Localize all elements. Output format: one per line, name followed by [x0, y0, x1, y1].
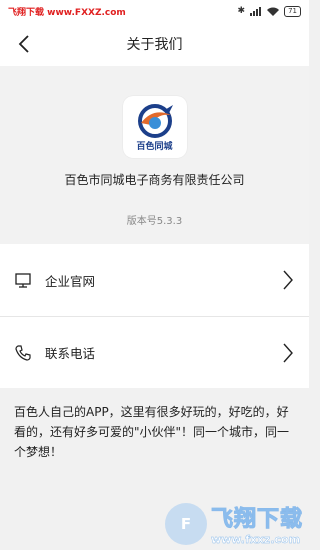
menu-item-label: 企业官网	[45, 273, 96, 289]
monitor-icon	[14, 271, 32, 289]
brand-watermark-main: 飞翔下载	[210, 507, 303, 533]
app-logo: 百色同城	[122, 96, 187, 158]
app-description: 百色人自己的APP，这里有很多好玩的，好吃的，好看的，还有好多可爱的"小伙伴"！…	[14, 405, 290, 459]
logo-text: 百色同城	[136, 141, 173, 152]
nav-bar: 关于我们	[0, 22, 309, 66]
menu-item-label: 联系电话	[45, 346, 96, 361]
brand-watermark: F 飞翔下载 www.fxxz.com	[164, 501, 303, 546]
brand-watermark-logo: F	[164, 502, 207, 545]
menu-item-phone[interactable]: 联系电话	[0, 316, 309, 388]
app-info-header: 百色同城 百色市同城电子商务有限责任公司 版本号5.3.3	[0, 66, 309, 244]
wifi-icon	[267, 7, 280, 16]
menu-item-website[interactable]: 企业官网	[0, 244, 309, 316]
bluetooth-icon: ✱	[237, 6, 246, 16]
signal-icon	[250, 6, 262, 16]
menu-list: 企业官网 联系电话	[0, 244, 309, 388]
status-icons: ✱ 71	[237, 5, 301, 17]
logo-swirl-icon	[137, 103, 173, 138]
back-button[interactable]	[10, 30, 38, 58]
battery-icon: 71	[284, 5, 301, 17]
company-name: 百色市同城电子商务有限责任公司	[64, 173, 245, 187]
phone-icon	[14, 344, 32, 362]
brand-watermark-url: www.fxxz.com	[210, 533, 301, 546]
version-label: 版本号5.3.3	[126, 216, 183, 227]
chevron-left-icon	[18, 35, 29, 53]
status-bar: 飞翔下载 www.FXXZ.com ✱ 71	[0, 0, 309, 22]
page-title: 关于我们	[126, 37, 183, 53]
chevron-right-icon	[283, 343, 293, 363]
chevron-right-icon	[283, 270, 293, 290]
top-watermark: 飞翔下载 www.FXXZ.com	[8, 7, 126, 18]
